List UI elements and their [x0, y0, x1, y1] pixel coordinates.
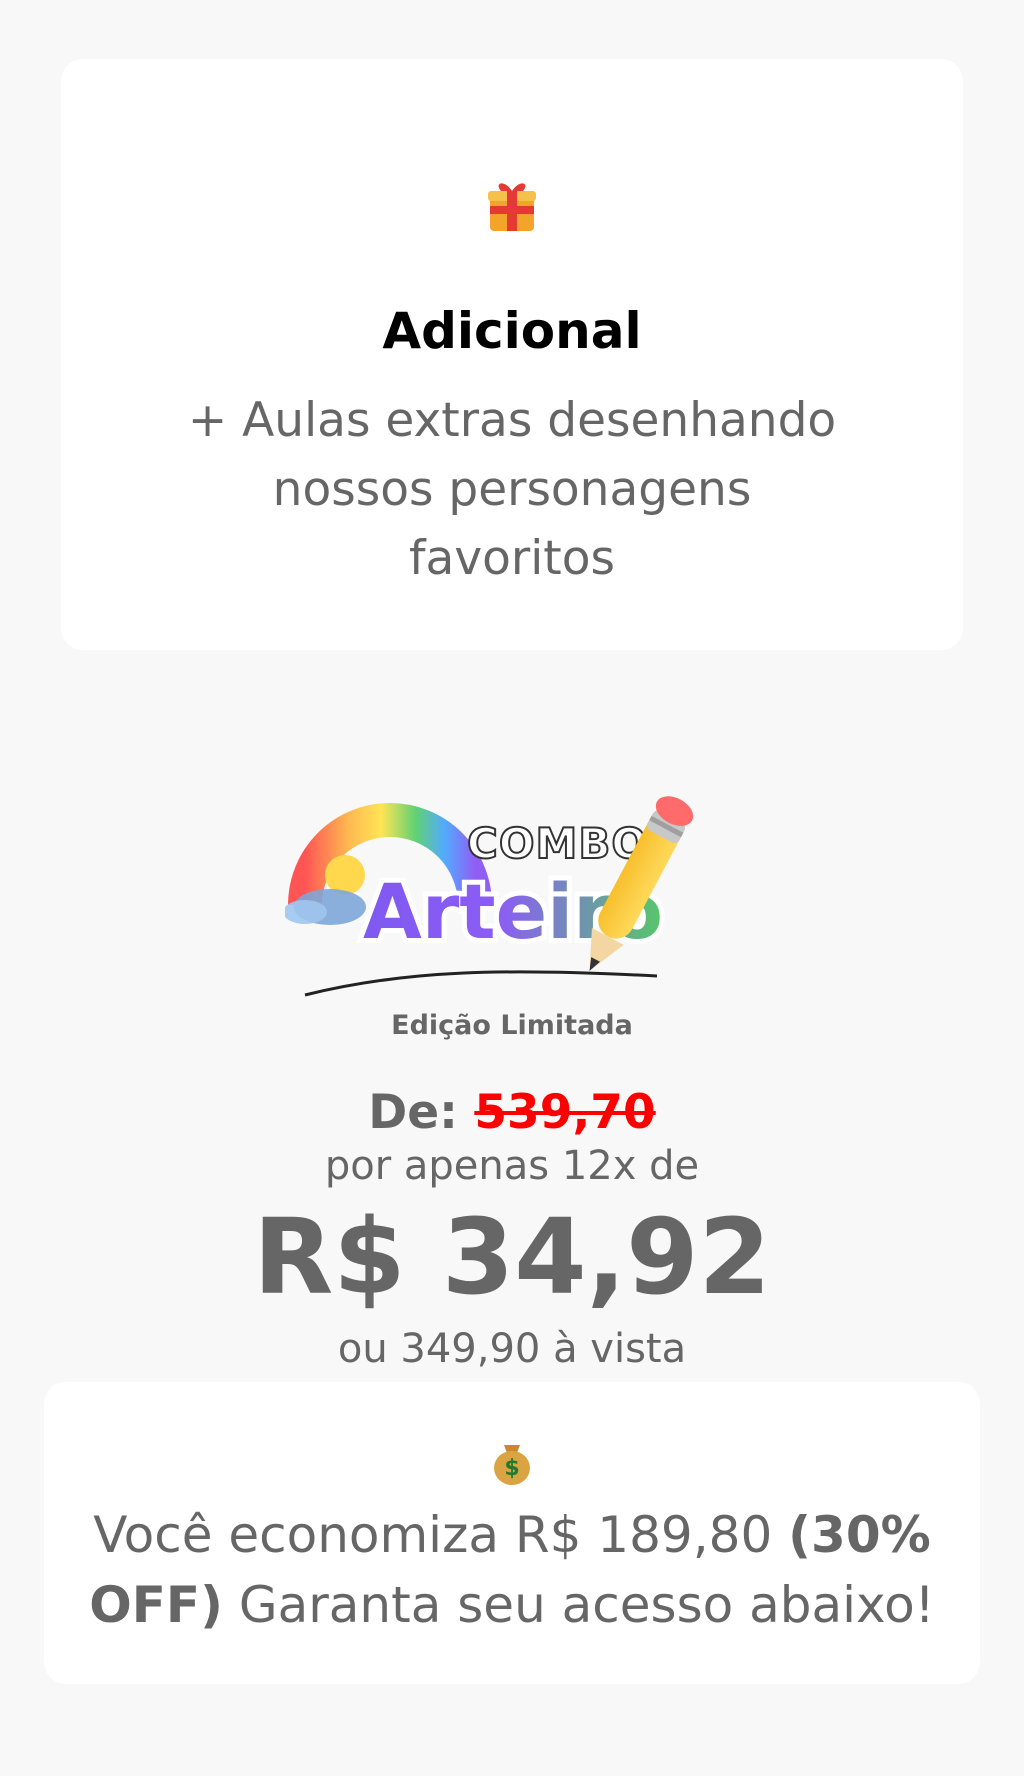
money-bag-icon: $: [494, 1445, 530, 1485]
cash-price: ou 349,90 à vista: [337, 1326, 687, 1372]
logo-small-text: COMBO: [467, 819, 648, 868]
installment-price: R$ 34,92: [253, 1196, 771, 1318]
svg-text:$: $: [504, 1456, 519, 1481]
savings-card: $ Você economiza R$ 189,80 (30% OFF) Gar…: [44, 1382, 980, 1684]
old-price-label: De:: [368, 1085, 458, 1140]
addon-title: Adicional: [382, 302, 642, 360]
addon-card: Adicional + Aulas extras desenhando noss…: [61, 59, 963, 650]
savings-message: Você economiza R$ 189,80 (30% OFF) Garan…: [44, 1500, 980, 1640]
gift-icon: [488, 183, 536, 231]
product-logo: COMBO Arteiro: [283, 790, 805, 1005]
addon-description: + Aulas extras desenhando nossos persona…: [187, 393, 837, 586]
installment-text: por apenas 12x de: [324, 1143, 700, 1189]
savings-end: Garanta seu acesso abaixo!: [238, 1576, 935, 1634]
old-price-value: 539,70: [474, 1085, 656, 1140]
savings-start: Você economiza R$ 189,80: [93, 1506, 773, 1564]
old-price-line: De: 539,70: [0, 1085, 1024, 1140]
product-subtitle: Edição Limitada: [391, 1010, 633, 1041]
